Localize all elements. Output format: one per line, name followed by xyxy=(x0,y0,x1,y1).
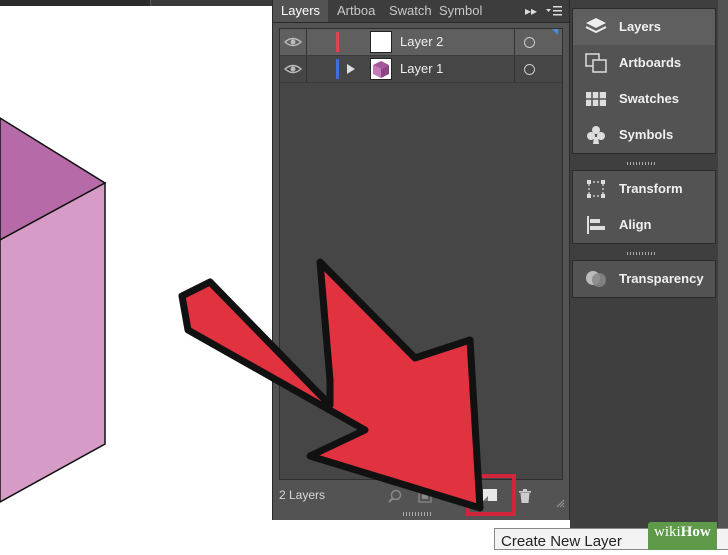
transform-icon xyxy=(587,180,605,198)
layer-thumbnail xyxy=(370,58,392,80)
dock-group-2: Transform Align xyxy=(572,170,716,244)
row-divider xyxy=(514,56,515,82)
transparency-icon xyxy=(586,271,606,287)
clipping-mask-icon[interactable] xyxy=(417,488,433,504)
layer-name[interactable]: Layer 1 xyxy=(400,61,443,76)
dock-group-3: Transparency xyxy=(572,260,716,298)
dock-item-transparency[interactable]: Transparency xyxy=(573,261,715,297)
club-symbol-icon xyxy=(587,126,605,144)
dock-grip[interactable] xyxy=(627,162,657,165)
resize-grip-icon[interactable] xyxy=(555,498,565,508)
dock-item-align[interactable]: Align xyxy=(573,207,715,243)
align-icon xyxy=(587,216,605,234)
layer-count: 2 Layers xyxy=(279,488,326,502)
selection-indicator xyxy=(552,29,558,35)
layer-thumbnail xyxy=(370,31,392,53)
row-divider xyxy=(514,29,515,55)
layer-row-layer-1[interactable]: Layer 1 xyxy=(280,56,562,83)
tab-layers[interactable]: Layers xyxy=(273,0,329,22)
highlight-box xyxy=(466,474,516,516)
tab-symbols[interactable]: Symbol xyxy=(439,0,482,22)
tab-swatches[interactable]: Swatch xyxy=(389,0,432,22)
trash-icon[interactable] xyxy=(517,488,533,504)
layers-icon xyxy=(585,18,607,34)
eye-icon[interactable] xyxy=(284,34,302,50)
eye-icon[interactable] xyxy=(284,61,302,77)
watermark-suffix: How xyxy=(680,524,711,540)
create-sublayer-icon[interactable] xyxy=(449,488,465,504)
row-divider xyxy=(306,29,307,55)
cube-front-face xyxy=(0,181,106,503)
layer-row-layer-2[interactable]: Layer 2 xyxy=(280,29,562,56)
panel-dock: Layers Artboards Swatches Symbols Transf… xyxy=(570,0,728,546)
panel-menu-icon[interactable] xyxy=(545,3,563,18)
layers-panel: Layers Artboa Swatch Symbol ▸▸ Layer 2 L… xyxy=(272,0,570,520)
watermark-prefix: wiki xyxy=(654,524,681,540)
panel-tab-bar: Layers Artboa Swatch Symbol ▸▸ xyxy=(273,0,569,23)
dock-label: Transparency xyxy=(619,271,704,286)
dock-group-1: Layers Artboards Swatches Symbols xyxy=(572,8,716,154)
panel-footer: 2 Layers xyxy=(273,482,569,512)
dock-label: Layers xyxy=(619,19,661,34)
dock-item-layers[interactable]: Layers xyxy=(573,9,715,45)
dock-label: Artboards xyxy=(619,55,682,70)
artboard-canvas[interactable] xyxy=(0,0,272,546)
double-chevron-right-icon[interactable]: ▸▸ xyxy=(523,0,539,22)
row-divider xyxy=(306,56,307,82)
dock-label: Align xyxy=(619,217,652,232)
target-circle-icon[interactable] xyxy=(524,64,535,75)
dock-item-symbols[interactable]: Symbols xyxy=(573,117,715,153)
dock-label: Symbols xyxy=(619,127,674,142)
dock-label: Transform xyxy=(619,181,683,196)
layer-color-swatch xyxy=(336,59,339,79)
dock-grip[interactable] xyxy=(627,252,657,255)
swatches-icon xyxy=(586,92,606,106)
target-circle-icon[interactable] xyxy=(524,37,535,48)
artboards-icon xyxy=(585,53,607,73)
cube-artwork[interactable] xyxy=(0,0,272,546)
tab-artboards[interactable]: Artboa xyxy=(337,0,375,22)
expand-triangle-icon[interactable] xyxy=(346,63,356,75)
dock-item-swatches[interactable]: Swatches xyxy=(573,81,715,117)
panel-grip[interactable] xyxy=(403,512,433,516)
layers-list: Layer 2 Layer 1 xyxy=(279,28,563,480)
dock-item-artboards[interactable]: Artboards xyxy=(573,45,715,81)
dock-label: Swatches xyxy=(619,91,679,106)
dock-edge xyxy=(718,0,728,546)
layer-name[interactable]: Layer 2 xyxy=(400,34,443,49)
layer-color-swatch xyxy=(336,32,339,52)
locate-object-icon[interactable] xyxy=(387,488,403,504)
dock-item-transform[interactable]: Transform xyxy=(573,171,715,207)
